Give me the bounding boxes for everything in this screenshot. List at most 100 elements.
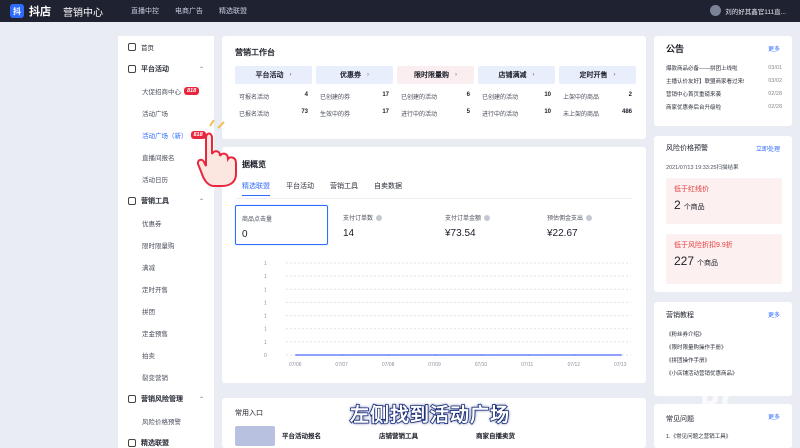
metric-cards: 商品点击量 0 支付订单数 14 支付订单金额 ¥73.54 预估佣金支出 ¥22.67 — [235, 205, 643, 245]
data-point[interactable] — [295, 354, 297, 356]
sidebar-item[interactable]: 营销工具 ⌃ — [118, 190, 214, 212]
sidebar-item[interactable]: 满减 — [118, 256, 214, 278]
tile-header[interactable]: 店铺满减 › — [478, 66, 555, 84]
notice-more-link[interactable]: 更多 — [768, 44, 780, 53]
sidebar-item-label: 活动日历 — [142, 177, 168, 184]
tile-stat-row: 上架中的商品 2 — [559, 92, 636, 101]
tile-stat-label: 进行中的活动 — [482, 112, 519, 118]
sidebar-item-label: 营销风险管理 — [141, 396, 183, 403]
workbench-tile[interactable]: 限时限量购 › 已创建的活动 6 进行中的活动 5 — [397, 66, 474, 126]
sidebar-item[interactable]: 定时开售 — [118, 278, 214, 300]
sidebar-item[interactable]: 首页 — [118, 36, 214, 58]
tutorial-item[interactable]: 《小店铺活动营销优惠商品》 — [666, 369, 738, 382]
metric-value: 0 — [242, 229, 248, 240]
tile-header[interactable]: 优惠券 › — [316, 66, 393, 84]
tile-stat-label: 上架中的商品 — [563, 95, 600, 101]
sidebar-item[interactable]: 平台活动 ⌃ — [118, 58, 214, 80]
entry-shop-tools[interactable]: 店铺营销工具 — [379, 430, 418, 440]
metric-label: 支付订单金额 — [445, 213, 526, 222]
data-point[interactable] — [480, 354, 483, 356]
promo-badge: 818 — [184, 87, 200, 95]
overview-tab[interactable]: 平台活动 — [286, 181, 314, 196]
sidebar-item[interactable]: 大促招商中心 818 — [118, 80, 214, 102]
data-point[interactable] — [388, 354, 390, 356]
price-warning-panel: 风险价格预警 立即处理 2021/07/13 19:33:25扫描结果 低于红线… — [654, 136, 792, 292]
notice-item[interactable]: 营销中心首页重磅来袭 02/28 — [666, 87, 782, 100]
workbench-tile[interactable]: 店铺满减 › 已创建的活动 10 进行中的活动 10 — [478, 66, 555, 126]
workbench-tile[interactable]: 优惠券 › 已创建的券 17 生效中的券 17 — [316, 66, 393, 126]
sidebar-item[interactable]: 风险价格预警 — [118, 410, 214, 432]
scan-time: 2021/07/13 19:33:25扫描结果 — [666, 165, 739, 171]
notice-text: 营销中心首页重磅来袭 — [666, 91, 722, 98]
workbench-tile[interactable]: 平台活动 › 可报名活动 4 已报名活动 73 — [235, 66, 312, 126]
entry-self-live[interactable]: 商家自播卖货 — [476, 430, 515, 440]
logo-icon[interactable]: 抖 — [10, 4, 24, 18]
sidebar-item[interactable]: 营销风险管理 ⌃ — [118, 388, 214, 410]
overview-tab[interactable]: 自卖数据 — [374, 181, 402, 196]
notice-item[interactable]: 爆款商品必备——拼团上线啦 03/01 — [666, 61, 782, 74]
warn-count: 227 — [674, 254, 695, 268]
workbench-tile[interactable]: 定时开售 › 上架中的商品 2 未上架的商品 486 — [559, 66, 636, 126]
notice-date: 02/28 — [768, 90, 782, 97]
tutorial-title: 营销教程 — [666, 312, 694, 319]
metric-card[interactable]: 支付订单金额 ¥73.54 — [439, 205, 532, 245]
sidebar-item[interactable]: 精选联盟 — [118, 432, 214, 448]
sidebar-item[interactable]: 定金预售 — [118, 322, 214, 344]
tile-title: 平台活动 — [255, 72, 284, 79]
data-point[interactable] — [573, 354, 576, 356]
x-tick-label: 07/11 — [521, 362, 533, 368]
help-icon[interactable] — [376, 214, 383, 221]
chevron-right-icon: › — [367, 72, 369, 78]
nav-ads[interactable]: 电商广告 — [175, 6, 203, 16]
help-icon[interactable] — [586, 214, 593, 221]
tile-stat-row: 生效中的券 17 — [316, 109, 393, 118]
tutorial-item[interactable]: 《粉丝券介绍》 — [666, 330, 738, 343]
user-menu[interactable]: 刘的好其鑫官111直... — [710, 5, 786, 16]
data-point[interactable] — [341, 354, 344, 356]
overview-tab[interactable]: 精选联盟 — [242, 181, 270, 196]
chevron-up-icon: ⌃ — [198, 198, 204, 205]
metric-label: 预估佣金支出 — [547, 213, 628, 222]
data-point[interactable] — [527, 354, 529, 356]
tile-header[interactable]: 限时限量购 › — [397, 66, 474, 84]
metric-card[interactable]: 支付订单数 14 — [337, 205, 430, 245]
below-redline-card[interactable]: 低于红线价 2 个商品 — [666, 178, 782, 224]
sidebar-item[interactable]: 优惠券 — [118, 212, 214, 234]
overview-tab[interactable]: 营销工具 — [330, 181, 358, 196]
tutorial-list: 《粉丝券介绍》 《限时限量购操作手册》 《拼团操作手册》 《小店铺活动营销优惠商品》 — [666, 330, 738, 382]
below-discount-card[interactable]: 低于风险折扣9.9折 227 个商品 — [666, 234, 782, 284]
sidebar-item[interactable]: 裂变营销 — [118, 366, 214, 388]
tile-header[interactable]: 平台活动 › — [235, 66, 312, 84]
notice-item[interactable]: 商家优惠券后台升级啦 02/28 — [666, 100, 782, 113]
data-point[interactable] — [434, 354, 437, 356]
sidebar-item[interactable]: 限时限量购 — [118, 234, 214, 256]
sidebar-item[interactable]: 拼团 — [118, 300, 214, 322]
metric-card[interactable]: 商品点击量 0 — [235, 205, 328, 245]
notice-item[interactable]: 主播认价友好】联盟商家看过来! 03/02 — [666, 74, 782, 87]
trend-chart: 1 1 1 1 1 1 1 0 07/06 07/07 07/08 07/09 07/10 07/11 07… — [264, 261, 631, 368]
sidebar-item[interactable]: 拍卖 — [118, 344, 214, 366]
nav-live-control[interactable]: 直播中控 — [131, 6, 159, 16]
warn-count: 2 — [674, 198, 681, 212]
sidebar-item-label: 拍卖 — [142, 353, 155, 360]
handle-now-link[interactable]: 立即处理 — [756, 144, 780, 153]
sidebar-item-label: 满减 — [142, 265, 155, 272]
warn-label: 低于红线价 — [674, 186, 709, 193]
sidebar-item-label: 精选联盟 — [141, 440, 169, 447]
tutorial-item[interactable]: 《拼团操作手册》 — [666, 356, 738, 369]
sidebar-item-label: 定时开售 — [142, 287, 168, 294]
metric-card[interactable]: 预估佣金支出 ¥22.67 — [541, 205, 634, 245]
tutorial-item[interactable]: 《限时限量购操作手册》 — [666, 343, 738, 356]
notice-text: 商家优惠券后台升级啦 — [666, 104, 722, 111]
tutorial-panel: 营销教程 更多 《粉丝券介绍》 《限时限量购操作手册》 《拼团操作手册》 《小店铺活动… — [654, 302, 792, 396]
data-point[interactable] — [620, 354, 622, 356]
tile-stat-value: 10 — [544, 109, 551, 115]
help-icon[interactable] — [484, 214, 491, 221]
nav-alliance[interactable]: 精选联盟 — [219, 6, 247, 16]
tile-header[interactable]: 定时开售 › — [559, 66, 636, 84]
sidebar-item-label: 直播间报名 — [142, 155, 175, 162]
sidebar-item-label: 首页 — [141, 45, 154, 52]
sidebar-item-label: 优惠券 — [142, 221, 162, 228]
entry-platform-signup[interactable]: 平台活动报名 — [282, 430, 321, 440]
tutorial-more-link[interactable]: 更多 — [768, 310, 780, 319]
